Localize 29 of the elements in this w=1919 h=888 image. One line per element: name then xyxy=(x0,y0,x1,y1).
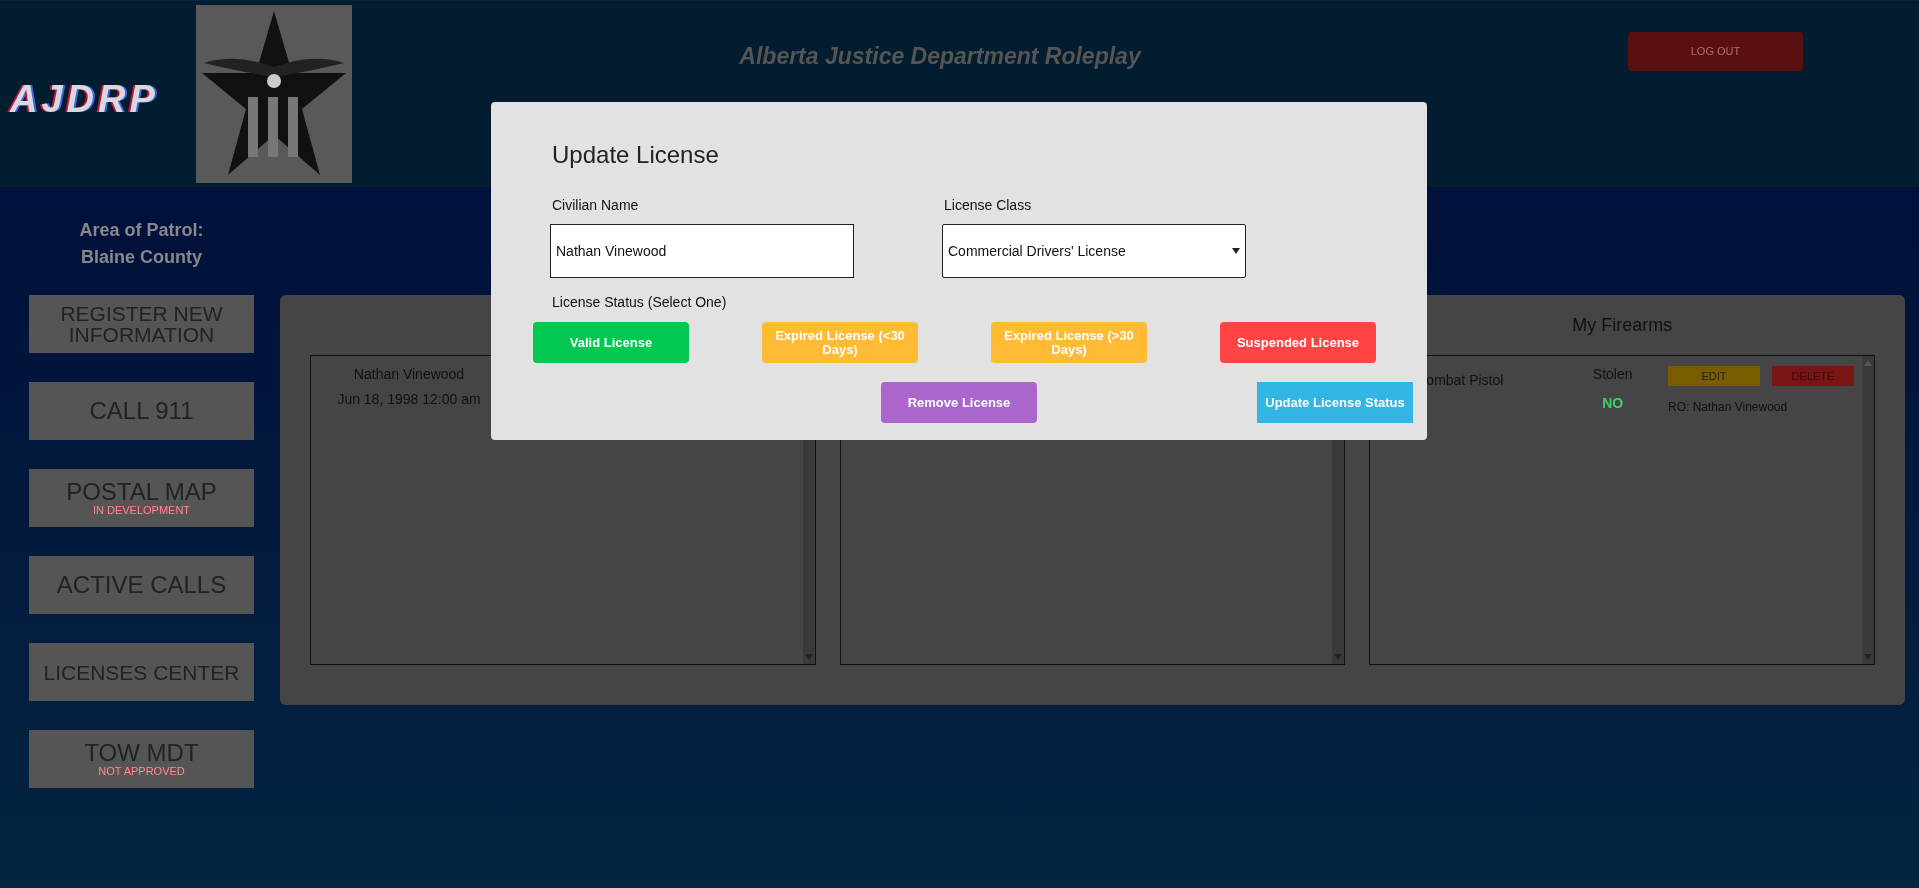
edit-button[interactable]: EDIT xyxy=(1668,366,1760,386)
field-label: Civilian Name xyxy=(551,196,640,215)
delete-button[interactable]: DELETE xyxy=(1772,366,1854,386)
logout-button[interactable]: LOG OUT xyxy=(1628,32,1803,71)
site-title: Alberta Justice Department Roleplay xyxy=(739,42,1141,71)
star-badge-icon xyxy=(196,5,352,183)
update-status-button[interactable]: Update License Status xyxy=(1257,382,1413,423)
dropdown-caret-icon xyxy=(1232,248,1240,254)
status-note: NOT APPROVED xyxy=(98,766,185,777)
status-option-button[interactable]: Valid License xyxy=(533,322,689,363)
field-label: License Class xyxy=(943,196,1033,215)
logo-text: AJDRP xyxy=(10,77,160,122)
modal-title: Update License xyxy=(552,140,720,170)
patrol-area: Blaine County xyxy=(81,244,202,271)
status-option-button[interactable]: Expired License (>30 Days) xyxy=(991,322,1147,363)
remove-license-button[interactable]: Remove License xyxy=(881,382,1037,423)
patrol-label: Area of Patrol: xyxy=(79,219,204,242)
scroll-down-icon[interactable] xyxy=(804,654,813,660)
status-label: License Status (Select One) xyxy=(552,293,728,312)
scrollbar[interactable] xyxy=(1862,356,1874,664)
status-option-button[interactable]: Expired License (<30 Days) xyxy=(762,322,918,363)
license-class-select[interactable]: Commercial Drivers' License xyxy=(942,224,1246,278)
status-note: IN DEVELOPMENT xyxy=(92,505,191,516)
scroll-down-icon[interactable] xyxy=(1864,654,1872,660)
status-option-button[interactable]: Suspended License xyxy=(1220,322,1376,363)
name-input-field[interactable]: Nathan Vinewood xyxy=(550,224,854,278)
scroll-down-icon[interactable] xyxy=(1334,654,1343,660)
scroll-up-icon[interactable] xyxy=(1864,360,1872,366)
stolen-value: NO xyxy=(1602,394,1624,413)
